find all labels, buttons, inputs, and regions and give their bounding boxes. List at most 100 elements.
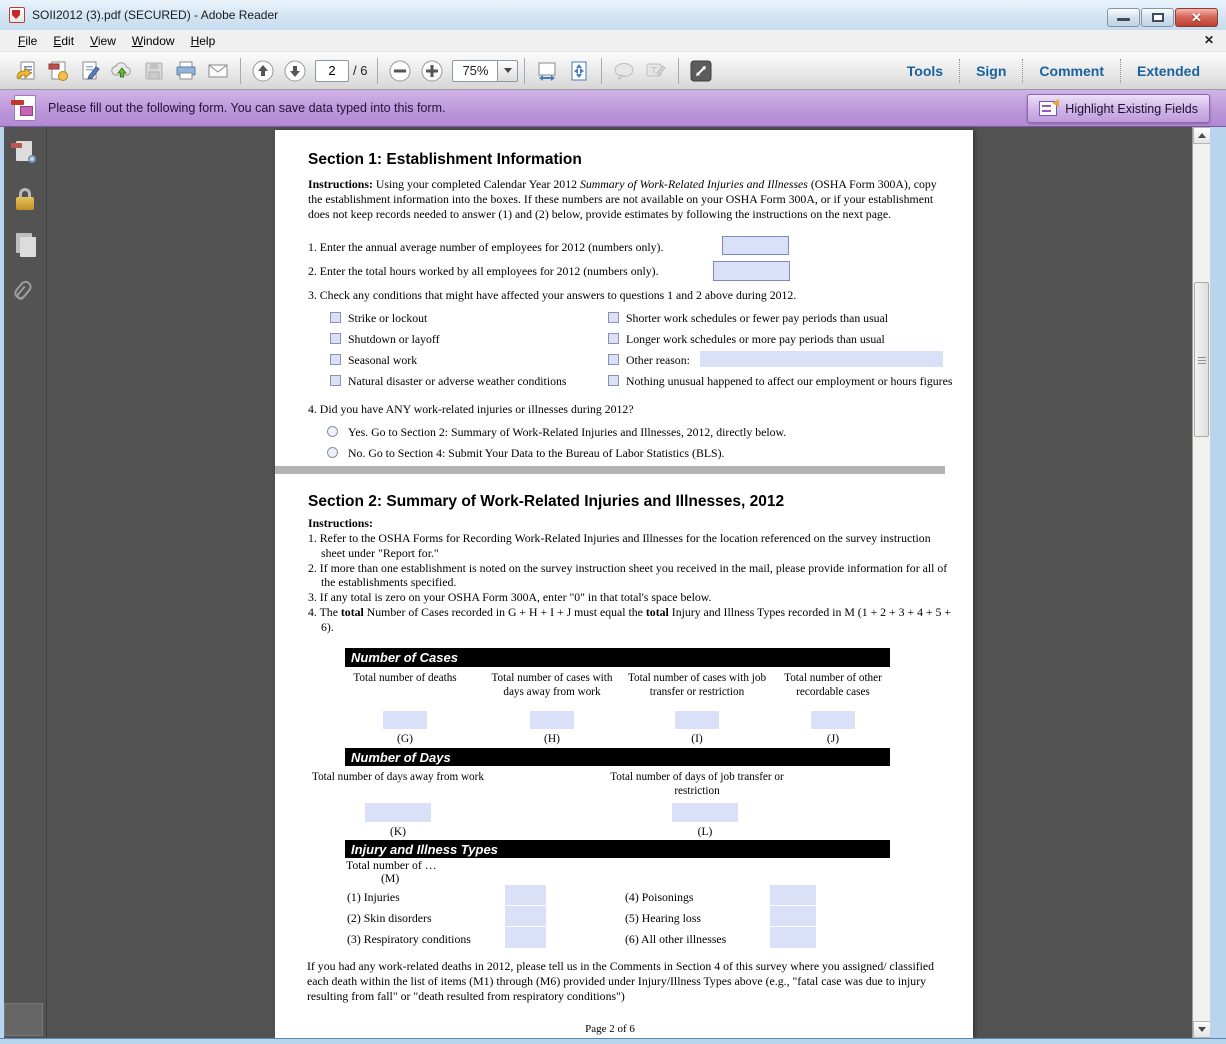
checkbox-natural-disaster[interactable]	[330, 375, 341, 386]
type-hearing-loss-label: (5) Hearing loss	[625, 911, 701, 926]
print-icon	[174, 60, 198, 82]
radio-yes[interactable]	[327, 426, 338, 437]
page-number-input[interactable]	[315, 60, 349, 82]
sign-document-button[interactable]	[75, 57, 105, 85]
save-button[interactable]	[139, 57, 169, 85]
create-pdf-button[interactable]	[43, 57, 73, 85]
field-M2-input[interactable]	[505, 906, 546, 926]
page-footer: Page 2 of 6	[275, 1023, 945, 1035]
menu-window[interactable]: Window	[124, 31, 183, 51]
scroll-up-button[interactable]	[1193, 127, 1211, 144]
minimize-icon	[1117, 18, 1130, 21]
section2-instructions-list: 1. Refer to the OSHA Forms for Recording…	[308, 531, 953, 635]
letter-L: (L)	[635, 826, 775, 838]
fit-width-button[interactable]	[532, 57, 562, 85]
radio-no[interactable]	[327, 447, 338, 458]
print-button[interactable]	[171, 57, 201, 85]
highlight-fields-label: Highlight Existing Fields	[1065, 102, 1198, 116]
type-injuries-label: (1) Injuries	[347, 890, 400, 905]
letter-J: (J)	[763, 733, 903, 745]
security-lock-icon[interactable]	[13, 187, 37, 211]
email-button[interactable]	[203, 57, 233, 85]
pages-icon[interactable]	[13, 233, 37, 257]
cloud-upload-button[interactable]	[107, 57, 137, 85]
tab-sign[interactable]: Sign	[960, 63, 1022, 79]
field-M5-input[interactable]	[770, 906, 816, 926]
instruction-item-4: 4. The total Number of Cases recorded in…	[308, 605, 953, 635]
open-file-button[interactable]	[11, 57, 41, 85]
vertical-scrollbar[interactable]	[1192, 127, 1210, 1038]
minimize-button[interactable]	[1107, 8, 1140, 27]
tab-tools[interactable]: Tools	[891, 63, 959, 79]
scrollbar-grip-icon	[1198, 360, 1206, 361]
close-document-icon[interactable]: ✕	[1204, 33, 1214, 47]
scroll-up-icon	[1198, 133, 1206, 138]
text-annotation-button[interactable]: T	[641, 57, 671, 85]
checkbox-other-reason[interactable]	[608, 354, 619, 365]
total-hours-input[interactable]	[713, 261, 790, 281]
previous-page-button[interactable]	[248, 57, 278, 85]
question-1-label: 1. Enter the annual average number of em…	[308, 240, 663, 255]
col-days-job-transfer: Total number of days of job transfer or …	[597, 771, 797, 799]
page-thumbnails-icon[interactable]	[13, 141, 37, 165]
sidebar-corner-button[interactable]	[4, 1003, 43, 1036]
tab-extended[interactable]: Extended	[1121, 63, 1216, 79]
checkbox-natural-disaster-label: Natural disaster or adverse weather cond…	[348, 374, 567, 389]
open-file-icon	[15, 60, 37, 82]
zoom-in-button[interactable]	[417, 57, 447, 85]
checkbox-shorter-schedules[interactable]	[608, 312, 619, 323]
next-page-button[interactable]	[280, 57, 310, 85]
highlight-existing-fields-button[interactable]: Highlight Existing Fields	[1027, 94, 1210, 123]
section-divider	[275, 466, 945, 474]
fullscreen-button[interactable]	[686, 57, 716, 85]
checkbox-seasonal-work[interactable]	[330, 354, 341, 365]
close-button[interactable]: ✕	[1175, 8, 1218, 27]
scroll-down-button[interactable]	[1193, 1021, 1211, 1038]
employees-2012-input[interactable]	[722, 236, 789, 255]
create-pdf-icon	[47, 60, 69, 82]
tab-comment[interactable]: Comment	[1023, 63, 1120, 79]
zoom-level-value[interactable]: 75%	[452, 60, 498, 82]
injury-illness-types-header: Injury and Illness Types	[345, 840, 890, 858]
attachments-paperclip-icon[interactable]	[13, 279, 37, 303]
field-L-input[interactable]	[672, 803, 738, 822]
checkbox-nothing-unusual-label: Nothing unusual happened to affect our e…	[626, 374, 952, 389]
field-I-input[interactable]	[675, 711, 719, 729]
comment-bubble-icon	[612, 60, 636, 82]
navigation-sidebar	[4, 127, 47, 1038]
field-M6-input[interactable]	[770, 927, 816, 948]
section1-title: Section 1: Establishment Information	[308, 151, 582, 169]
menu-file[interactable]: File	[10, 31, 45, 51]
document-viewport: Section 1: Establishment Information Ins…	[0, 127, 1226, 1038]
checkbox-longer-schedules[interactable]	[608, 333, 619, 344]
deaths-comment-note: If you had any work-related deaths in 20…	[307, 959, 957, 1005]
col-job-transfer: Total number of cases with job transfer …	[627, 672, 767, 700]
zoom-dropdown-button[interactable]	[498, 60, 518, 82]
scrollbar-thumb[interactable]	[1194, 282, 1209, 437]
maximize-button[interactable]	[1141, 8, 1174, 27]
field-J-input[interactable]	[811, 711, 855, 729]
menu-help[interactable]: Help	[183, 31, 224, 51]
checkbox-strike-or-lockout[interactable]	[330, 312, 341, 323]
section1-instructions-label: Instructions:	[308, 177, 373, 191]
col-other-recordable: Total number of other recordable cases	[763, 672, 903, 700]
question-2-label: 2. Enter the total hours worked by all e…	[308, 264, 659, 279]
menu-view[interactable]: View	[82, 31, 124, 51]
field-H-input[interactable]	[530, 711, 574, 729]
checkbox-nothing-unusual[interactable]	[608, 375, 619, 386]
field-M1-input[interactable]	[505, 885, 546, 905]
checkbox-shutdown-or-layoff[interactable]	[330, 333, 341, 344]
close-icon: ✕	[1176, 9, 1217, 26]
field-K-input[interactable]	[365, 803, 431, 822]
menu-edit[interactable]: Edit	[45, 31, 82, 51]
radio-no-label: No. Go to Section 4: Submit Your Data to…	[348, 446, 725, 461]
toolbar: / 6 75% T Tools Sign Comment Extended	[0, 52, 1226, 90]
col-days-away: Total number of cases with days away fro…	[482, 672, 622, 700]
field-M3-input[interactable]	[505, 927, 546, 948]
fit-page-button[interactable]	[564, 57, 594, 85]
zoom-out-button[interactable]	[385, 57, 415, 85]
other-reason-input[interactable]	[700, 351, 943, 367]
field-M4-input[interactable]	[770, 885, 816, 905]
comment-bubble-button[interactable]	[609, 57, 639, 85]
field-G-input[interactable]	[383, 711, 427, 729]
